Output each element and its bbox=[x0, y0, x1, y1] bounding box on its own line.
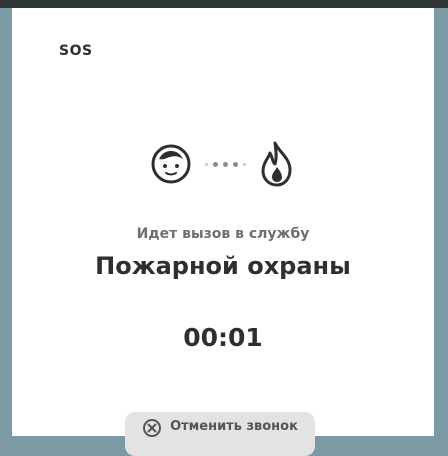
dot bbox=[204, 162, 208, 166]
call-status-text: Идет вызов в службу bbox=[136, 226, 310, 242]
dot bbox=[222, 161, 228, 167]
sos-call-screen: SOS Идет вызов в службу Пожарной охраны … bbox=[12, 8, 434, 456]
sos-label: SOS bbox=[59, 43, 93, 59]
fire-flame-icon bbox=[257, 140, 297, 188]
dot bbox=[212, 161, 218, 167]
cancel-circle-icon bbox=[142, 418, 162, 438]
dot bbox=[232, 161, 238, 167]
window-top-bar bbox=[0, 0, 448, 8]
call-status-row bbox=[12, 140, 434, 188]
cancel-call-label: Отменить звонок bbox=[170, 419, 298, 434]
dot bbox=[242, 162, 246, 166]
call-timer: 00:01 bbox=[183, 323, 263, 352]
user-face-icon bbox=[149, 142, 193, 186]
connecting-dots bbox=[203, 161, 247, 167]
cancel-call-button[interactable]: Отменить звонок bbox=[125, 412, 315, 456]
service-name: Пожарной охраны bbox=[95, 252, 351, 280]
